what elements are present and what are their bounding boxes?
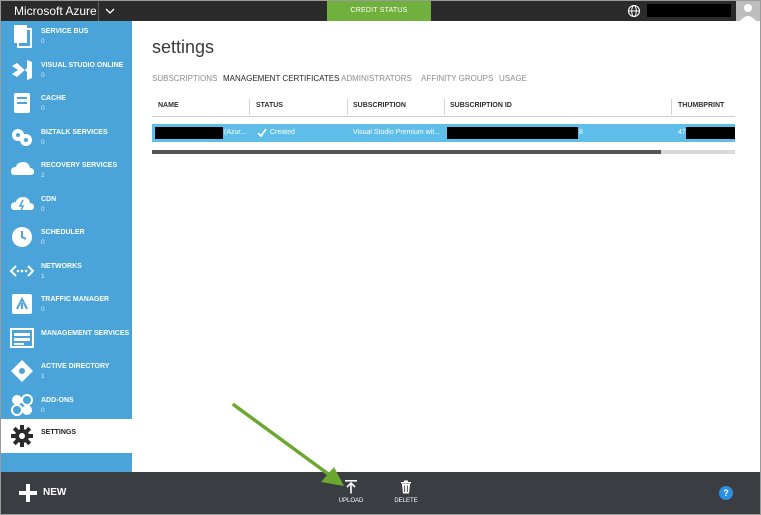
tab-management-certificates[interactable]: MANAGEMENT CERTIFICATES [223,74,339,84]
management-services-icon [10,328,34,348]
avatar[interactable] [736,1,760,21]
sidebar-item-label: CACHE [41,95,66,102]
new-button-label: NEW [43,487,67,498]
sidebar-item-scheduler[interactable]: SCHEDULER 0 [1,222,132,255]
networks-icon [9,265,35,277]
sidebar-item-networks[interactable]: NETWORKS 1 [1,256,132,289]
scrollbar-thumb[interactable] [152,150,661,154]
column-divider[interactable] [444,99,445,115]
delete-button[interactable]: DELETE [386,478,426,512]
sidebar: SERVICE BUS 0 VISUAL STUDIO ONLINE 0 CAC… [1,21,132,472]
column-header-name[interactable]: NAME [158,102,179,109]
tab-administrators[interactable]: ADMINISTRATORS [341,74,412,84]
sidebar-item-count: 1 [41,373,45,380]
command-bar: NEW UPLOAD DELETE ? [1,472,760,514]
upload-button[interactable]: UPLOAD [331,478,371,512]
sidebar-item-label: CDN [41,196,57,203]
sidebar-item-label: RECOVERY SERVICES [41,162,118,169]
sidebar-item-count: 0 [41,72,45,79]
scheduler-icon [12,227,32,247]
sidebar-item-recovery-services[interactable]: RECOVERY SERVICES 2 [1,155,132,188]
chevron-down-icon[interactable] [103,4,117,18]
sidebar-item-count: 2 [41,172,45,179]
sidebar-item-label: NETWORKS [41,263,82,270]
biztalk-icon [12,129,32,146]
sidebar-item-count: 0 [41,306,45,313]
sidebar-item-count: 0 [41,239,45,246]
sidebar-item-visual-studio-online[interactable]: VISUAL STUDIO ONLINE 0 [1,55,132,88]
sidebar-item-label: SETTINGS [41,429,77,436]
top-bar: Microsoft Azure CREDIT STATUS [1,1,760,21]
sidebar-item-label: ACTIVE DIRECTORY [41,363,110,370]
sidebar-item-label: MANAGEMENT SERVICES [41,330,130,337]
sidebar-item-label: ADD-ONS [41,397,74,404]
sidebar-item-label: SCHEDULER [41,229,85,236]
upload-icon [345,480,357,494]
sidebar-item-settings[interactable]: SETTINGS [1,419,132,453]
cdn-icon [11,197,34,212]
certificate-name-redacted [155,127,223,139]
cache-icon [14,93,30,113]
column-divider[interactable] [671,99,672,115]
column-header-status[interactable]: STATUS [256,102,283,109]
upload-button-label: UPLOAD [338,498,364,504]
traffic-manager-icon [12,294,32,314]
table-header: NAME STATUS SUBSCRIPTION SUBSCRIPTION ID… [152,97,735,117]
sidebar-item-count: 0 [41,139,45,146]
brand-divider [98,1,99,21]
sidebar-item-count: 1 [41,273,45,280]
account-name-redacted[interactable] [647,4,731,17]
brand-title[interactable]: Microsoft Azure [14,3,97,19]
plus-icon [19,484,37,502]
column-header-thumbprint[interactable]: THUMBPRINT [678,102,724,109]
tab-usage[interactable]: USAGE [499,74,527,84]
sidebar-item-active-directory[interactable]: ACTIVE DIRECTORY 1 [1,356,132,389]
sidebar-item-label: TRAFFIC MANAGER [41,296,110,303]
recovery-icon [11,162,34,175]
horizontal-scrollbar[interactable] [152,150,735,154]
page-title: settings [152,37,215,57]
thumbprint-prefix: 47 [678,129,686,136]
azure-portal-window: Microsoft Azure CREDIT STATUS SERVICE BU… [0,0,761,515]
main-content: settings SUBSCRIPTIONS MANAGEMENT CERTIF… [132,21,760,472]
subscription-id-redacted [447,127,578,139]
gear-icon [11,425,33,447]
globe-icon[interactable] [627,4,641,18]
sidebar-item-count: 0 [41,407,45,414]
column-header-subscription-id[interactable]: SUBSCRIPTION ID [450,102,512,109]
add-ons-icon [11,394,33,416]
sidebar-item-cdn[interactable]: CDN 0 [1,189,132,222]
tab-subscriptions[interactable]: SUBSCRIPTIONS [152,74,217,84]
help-icon[interactable]: ? [719,486,733,500]
thumbprint-redacted [686,127,735,139]
sidebar-item-biztalk-services[interactable]: BIZTALK SERVICES 0 [1,122,132,155]
column-header-subscription[interactable]: SUBSCRIPTION [353,102,406,109]
delete-button-label: DELETE [394,498,418,504]
credit-status-button[interactable]: CREDIT STATUS [327,1,431,21]
subscription-id-suffix: 8 [579,129,583,136]
certificate-status: Created [270,129,295,136]
sidebar-item-count: 0 [41,105,45,112]
tab-affinity-groups[interactable]: AFFINITY GROUPS [421,74,493,84]
new-button[interactable]: NEW [19,483,79,503]
sidebar-item-count: 0 [41,38,45,45]
active-directory-icon [11,360,33,382]
column-divider[interactable] [347,99,348,115]
sidebar-item-label: BIZTALK SERVICES [41,129,108,136]
trash-icon [401,480,411,494]
table-row[interactable]: (Azur... Created Visual Studio Premium w… [152,124,735,142]
sidebar-item-label: SERVICE BUS [41,28,89,35]
service-bus-icon [14,25,32,48]
visual-studio-icon [12,60,32,80]
certificate-name-suffix: (Azur... [224,129,247,136]
sidebar-item-service-bus[interactable]: SERVICE BUS 0 [1,21,132,54]
sidebar-item-traffic-manager[interactable]: TRAFFIC MANAGER 0 [1,289,132,322]
sidebar-item-cache[interactable]: CACHE 0 [1,88,132,121]
certificate-subscription: Visual Studio Premium wit... [353,129,441,136]
column-divider[interactable] [249,99,250,115]
sidebar-item-management-services[interactable]: MANAGEMENT SERVICES [1,323,132,356]
check-icon [257,128,267,138]
sidebar-item-label: VISUAL STUDIO ONLINE [41,62,124,69]
sidebar-item-count: 0 [41,206,45,213]
